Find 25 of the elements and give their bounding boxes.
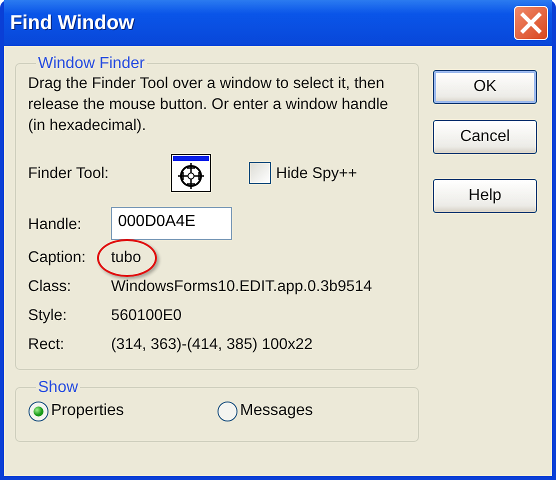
handle-field[interactable]: 000D0A4E (111, 207, 232, 240)
property-label: Class: (28, 277, 72, 298)
close-icon (520, 12, 542, 34)
handle-label: Handle: (28, 215, 82, 236)
property-value: 560100E0 (111, 307, 182, 324)
checkbox-label: Hide Spy++ (276, 164, 357, 184)
property-value: (314, 363)-(414, 385) 100x22 (111, 336, 313, 354)
ok-button[interactable]: OK (433, 70, 537, 104)
close-button[interactable] (514, 6, 548, 40)
property-value: WindowsForms10.EDIT.app.0.3b9514 (111, 278, 372, 296)
property-label: Rect: (28, 335, 66, 356)
property-value: tubo (111, 249, 142, 266)
checkbox[interactable] (249, 162, 271, 184)
property-label: Style: (28, 306, 68, 326)
property-label: Caption: (28, 248, 87, 268)
instructions-text: Drag the Finder Tool over a window to select it, then release the mouse button. Or enter a window handle (in hexadecimal). (28, 74, 390, 136)
cancel-button[interactable]: Cancel (433, 120, 537, 154)
crosshair-icon[interactable] (171, 154, 211, 192)
radio-option[interactable]: Properties (28, 399, 217, 424)
finder-tool-label: Finder Tool: (28, 164, 110, 184)
group-title: Show (37, 378, 80, 398)
radio-option[interactable]: Messages (217, 399, 406, 424)
window-title: Find Window (10, 11, 134, 36)
help-button[interactable]: Help (433, 179, 537, 213)
group-title: Window Finder (37, 54, 146, 74)
